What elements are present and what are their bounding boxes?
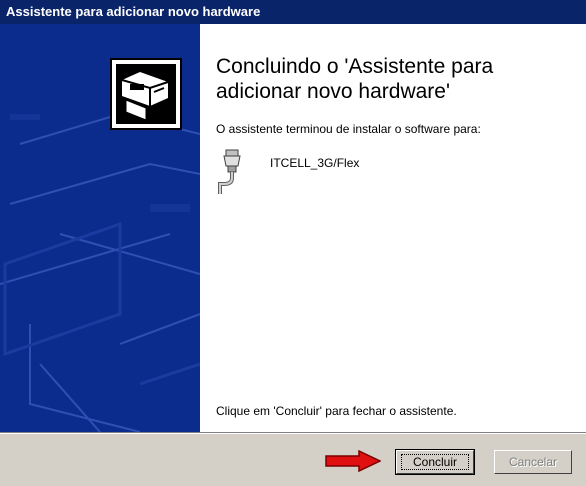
device-name: ITCELL_3G/Flex	[270, 156, 360, 170]
finish-instruction-text: Clique em 'Concluir' para fechar o assis…	[216, 404, 457, 418]
red-arrow-icon	[325, 450, 381, 472]
button-bar: Concluir Cancelar	[0, 434, 586, 486]
install-status-text: O assistente terminou de instalar o soft…	[216, 122, 481, 136]
wizard-side-panel	[0, 24, 200, 432]
hardware-wizard-icon	[110, 58, 182, 130]
page-title: Concluindo o 'Assistente para adicionar …	[216, 55, 494, 103]
serial-port-icon	[218, 149, 241, 194]
finish-button[interactable]: Concluir	[395, 449, 475, 475]
focus-rectangle	[401, 454, 469, 470]
wizard-content: Concluindo o 'Assistente para adicionar …	[200, 24, 586, 432]
window-title: Assistente para adicionar novo hardware	[0, 0, 586, 24]
cancel-button[interactable]: Cancelar	[494, 450, 572, 474]
cancel-button-label: Cancelar	[508, 455, 558, 469]
